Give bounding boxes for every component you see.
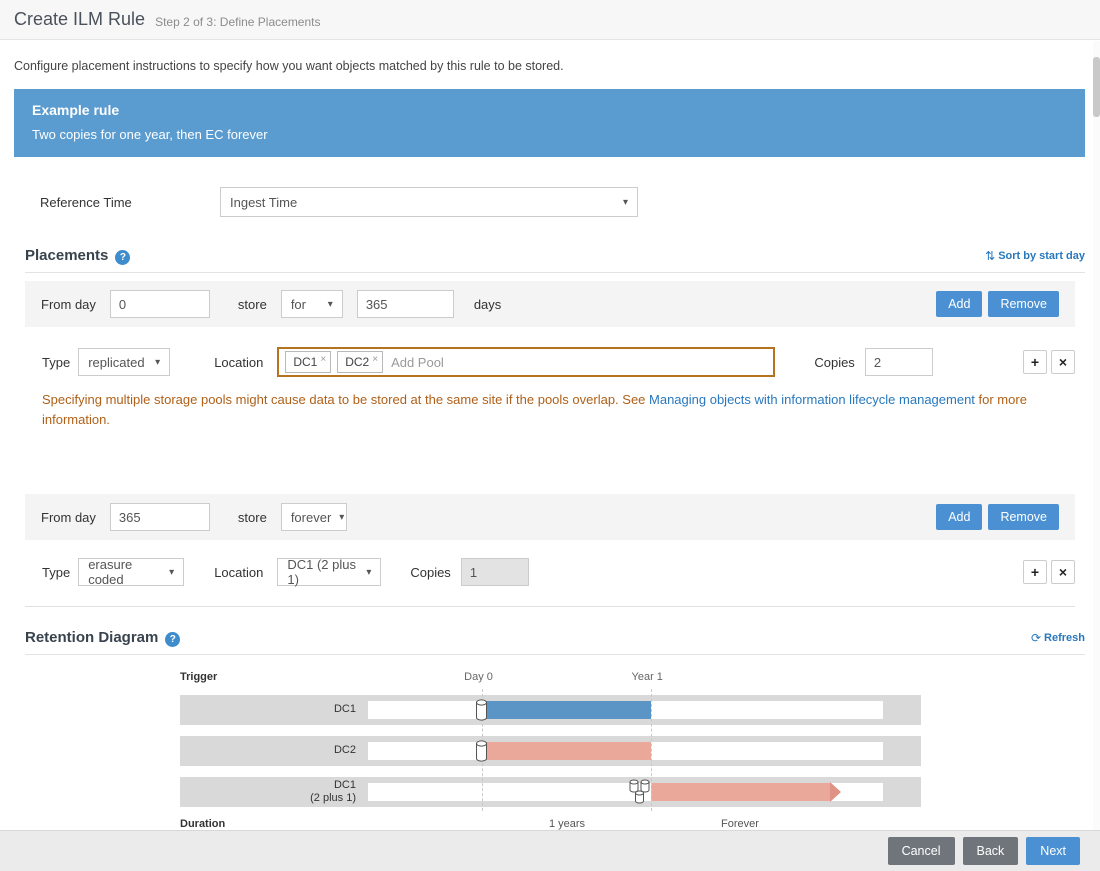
placement-2-type-row: Type erasure coded ▾ Location DC1 (2 plu… xyxy=(42,558,1075,586)
intro-text: Configure placement instructions to spec… xyxy=(14,59,1084,73)
erasure-coded-cylinders-icon xyxy=(629,779,651,808)
type-label: Type xyxy=(42,565,70,580)
diagram-row-dc1-ec: DC1 (2 plus 1) xyxy=(180,777,921,807)
copies-input[interactable] xyxy=(865,348,933,376)
refresh-icon: ⟳ xyxy=(1031,631,1041,645)
from-day-input[interactable] xyxy=(110,503,210,531)
placement-1-type-row: Type replicated ▾ Location DC1 × DC2 × A… xyxy=(42,347,1075,377)
ilm-docs-link[interactable]: Managing objects with information lifecy… xyxy=(649,392,975,407)
delete-rule-line-button[interactable]: × xyxy=(1051,350,1075,374)
add-placement-button[interactable]: Add xyxy=(936,291,982,317)
diagram-row-label: DC1 xyxy=(334,703,356,717)
scrollbar-thumb[interactable] xyxy=(1093,57,1100,117)
type-select[interactable]: replicated ▾ xyxy=(78,348,170,376)
remove-placement-button[interactable]: Remove xyxy=(988,291,1059,317)
page-step-subtitle: Step 2 of 3: Define Placements xyxy=(155,10,320,29)
from-day-input[interactable] xyxy=(110,290,210,318)
retention-diagram: Trigger Day 0 Year 1 DC1 DC2 xyxy=(180,671,921,834)
next-button[interactable]: Next xyxy=(1026,837,1080,865)
add-placement-button[interactable]: Add xyxy=(936,504,982,530)
wizard-footer: Cancel Back Next xyxy=(0,830,1100,871)
year1-gridline xyxy=(651,689,652,811)
copies-label: Copies xyxy=(410,565,450,580)
help-icon[interactable]: ? xyxy=(115,250,130,265)
sort-by-start-day-link[interactable]: ⇅ Sort by start day xyxy=(985,249,1085,263)
duration-label: Duration xyxy=(180,818,225,830)
diagram-top-labels: Trigger Day 0 Year 1 xyxy=(180,671,921,689)
diagram-row-label: DC1 xyxy=(334,779,356,793)
diagram-row-sublabel: (2 plus 1) xyxy=(310,792,356,806)
pool-tag-dc2: DC2 × xyxy=(337,351,383,373)
store-label: store xyxy=(238,297,267,312)
forever-axis-label: Forever xyxy=(721,818,759,830)
from-day-label: From day xyxy=(41,510,96,525)
location-pool-input[interactable]: DC1 × DC2 × Add Pool xyxy=(277,347,775,377)
copies-label: Copies xyxy=(814,355,854,370)
remove-placement-button[interactable]: Remove xyxy=(988,504,1059,530)
chevron-down-icon: ▾ xyxy=(623,197,628,208)
store-mode-select[interactable]: for ▾ xyxy=(281,290,343,318)
add-rule-line-button[interactable]: + xyxy=(1023,560,1047,584)
location-label: Location xyxy=(214,355,263,370)
diagram-row-label: DC2 xyxy=(334,744,356,758)
page-title: Create ILM Rule xyxy=(14,9,145,30)
store-label: store xyxy=(238,510,267,525)
chevron-down-icon: ▾ xyxy=(328,299,333,310)
refresh-link[interactable]: ⟳ Refresh xyxy=(1031,631,1085,645)
placements-heading: Placements xyxy=(25,247,108,264)
one-year-axis-label: 1 years xyxy=(549,818,585,830)
reference-time-label: Reference Time xyxy=(40,195,220,210)
forever-arrow-icon xyxy=(830,782,841,802)
chevron-down-icon: ▾ xyxy=(169,567,174,578)
help-icon[interactable]: ? xyxy=(165,632,180,647)
placement-row-1: From day store for ▾ days Add Remove xyxy=(25,281,1075,327)
diagram-row-dc2: DC2 xyxy=(180,736,921,766)
ec-bar-dc1 xyxy=(651,783,830,801)
reference-time-row: Reference Time Ingest Time ▾ xyxy=(40,187,1085,217)
diagram-rows: DC1 DC2 xyxy=(180,695,921,807)
duration-days-input[interactable] xyxy=(357,290,454,318)
location-label: Location xyxy=(214,565,263,580)
chevron-down-icon: ▾ xyxy=(155,357,160,368)
type-label: Type xyxy=(42,355,70,370)
days-label: days xyxy=(474,297,501,312)
replicated-bar-dc2 xyxy=(482,742,651,760)
add-rule-line-button[interactable]: + xyxy=(1023,350,1047,374)
location-select[interactable]: DC1 (2 plus 1) ▾ xyxy=(277,558,381,586)
type-select[interactable]: erasure coded ▾ xyxy=(78,558,184,586)
back-button[interactable]: Back xyxy=(963,837,1019,865)
from-day-label: From day xyxy=(41,297,96,312)
remove-tag-icon[interactable]: × xyxy=(320,355,326,365)
multiple-pools-warning: Specifying multiple storage pools might … xyxy=(42,390,1060,430)
example-rule-description: Two copies for one year, then EC forever xyxy=(32,127,1067,142)
reference-time-select[interactable]: Ingest Time ▾ xyxy=(220,187,638,217)
add-pool-placeholder: Add Pool xyxy=(391,355,444,370)
replicated-bar-dc1 xyxy=(482,701,651,719)
page-header: Create ILM Rule Step 2 of 3: Define Plac… xyxy=(0,0,1100,40)
day0-axis-label: Day 0 xyxy=(464,671,493,683)
cancel-button[interactable]: Cancel xyxy=(888,837,955,865)
section-divider xyxy=(25,606,1075,607)
scrollbar-track[interactable] xyxy=(1093,41,1100,830)
pool-tag-dc1: DC1 × xyxy=(285,351,331,373)
store-mode-select[interactable]: forever ▾ xyxy=(281,503,347,531)
storage-cylinder-icon xyxy=(475,740,488,765)
chevron-down-icon: ▾ xyxy=(339,512,344,523)
year1-axis-label: Year 1 xyxy=(632,671,663,683)
sort-icon: ⇅ xyxy=(985,249,995,263)
reference-time-value: Ingest Time xyxy=(230,195,297,210)
chevron-down-icon: ▾ xyxy=(366,567,371,578)
retention-diagram-heading: Retention Diagram xyxy=(25,629,158,646)
delete-rule-line-button[interactable]: × xyxy=(1051,560,1075,584)
example-rule-panel: Example rule Two copies for one year, th… xyxy=(14,89,1085,157)
placements-section-head: Placements ? ⇅ Sort by start day xyxy=(25,247,1085,273)
copies-input-disabled xyxy=(461,558,529,586)
placement-row-2: From day store forever ▾ Add Remove xyxy=(25,494,1075,540)
storage-cylinder-icon xyxy=(475,699,488,724)
trigger-label: Trigger xyxy=(180,671,217,683)
retention-section-head: Retention Diagram ? ⟳ Refresh xyxy=(25,629,1085,655)
remove-tag-icon[interactable]: × xyxy=(372,355,378,365)
example-rule-title: Example rule xyxy=(32,102,1067,118)
diagram-row-dc1: DC1 xyxy=(180,695,921,725)
